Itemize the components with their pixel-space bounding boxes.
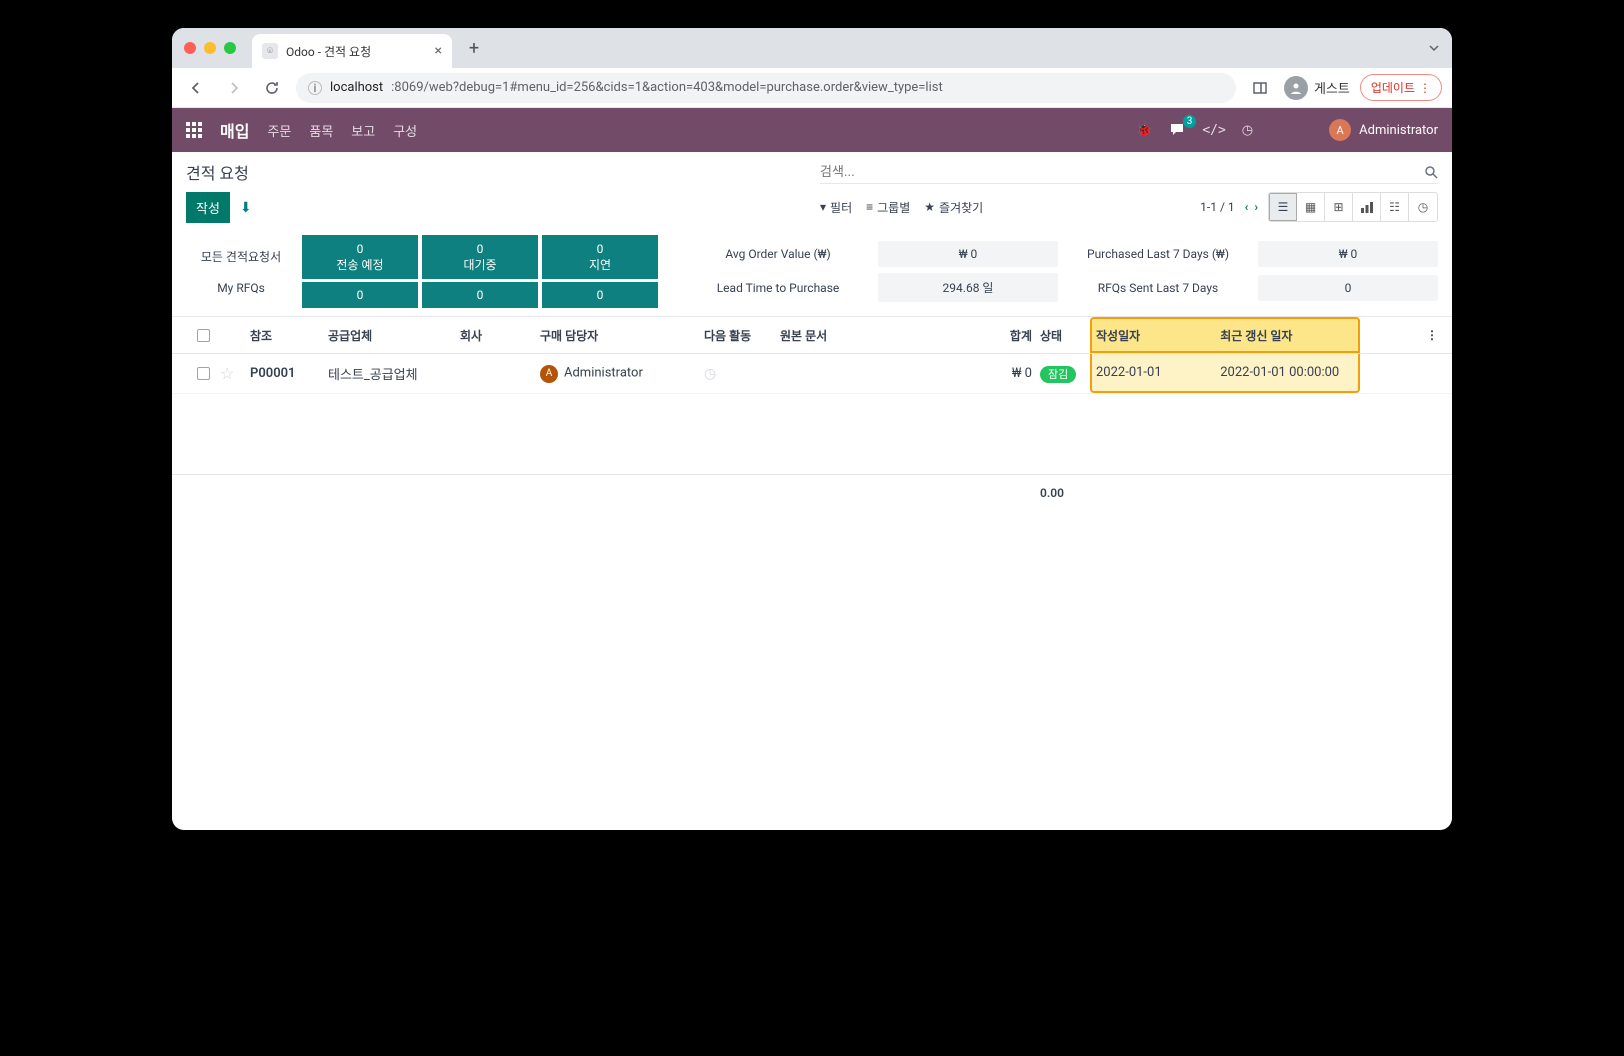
forward-icon (220, 74, 248, 102)
sent-label: RFQs Sent Last 7 Days (1068, 281, 1248, 295)
reload-icon[interactable] (258, 74, 286, 102)
col-source[interactable]: 원본 문서 (780, 327, 940, 344)
avg-order-value: ₩ 0 (878, 241, 1058, 267)
col-company[interactable]: 회사 (460, 327, 540, 344)
side-panel-icon[interactable] (1246, 74, 1274, 102)
row-write-date: 2022-01-01 00:00:00 (1220, 365, 1354, 380)
avg-order-label: Avg Order Value (₩) (688, 247, 868, 261)
col-state[interactable]: 상태 (1040, 327, 1090, 344)
search-icon[interactable] (1424, 165, 1438, 179)
activity-clock-icon[interactable]: ◷ (704, 366, 716, 382)
download-icon[interactable]: ⬇ (240, 200, 252, 216)
purchased-label: Purchased Last 7 Days (₩) (1068, 247, 1248, 261)
app-title[interactable]: 매입 (220, 118, 249, 142)
leadtime-value: 294.68 일 (878, 273, 1058, 302)
row-create-date: 2022-01-01 (1096, 365, 1220, 380)
back-icon[interactable] (182, 74, 210, 102)
view-graph-icon[interactable] (1353, 193, 1381, 221)
tab-title: Odoo - 견적 요청 (286, 43, 371, 60)
sent-value: 0 (1258, 275, 1438, 301)
user-name[interactable]: Administrator (1359, 123, 1438, 138)
pager-next-icon[interactable]: › (1254, 200, 1258, 214)
user-avatar-icon[interactable]: A (1329, 119, 1351, 141)
chevron-down-icon[interactable] (1428, 42, 1440, 54)
footer-total: 0.00 (1040, 486, 1064, 500)
select-all-checkbox[interactable] (197, 329, 210, 342)
col-vendor[interactable]: 공급업체 (328, 327, 460, 344)
url-path: :8069/web?debug=1#menu_id=256&cids=1&act… (391, 80, 943, 95)
nav-orders[interactable]: 주문 (267, 121, 291, 140)
view-calendar-icon[interactable]: ☷ (1381, 193, 1409, 221)
stat-tile-late[interactable]: 0지연 (542, 235, 658, 279)
new-tab-button[interactable]: + (460, 34, 488, 62)
nav-config[interactable]: 구성 (393, 121, 417, 140)
view-kanban-icon[interactable]: ▦ (1297, 193, 1325, 221)
my-rfq-label: My RFQs (186, 281, 296, 295)
pager-prev-icon[interactable]: ‹ (1245, 200, 1249, 214)
tab-close-icon[interactable]: × (435, 43, 442, 59)
row-total: ₩ 0 (940, 366, 1040, 381)
stat-tile-wait[interactable]: 0대기중 (422, 235, 538, 279)
all-rfq-label: 모든 견적요청서 (186, 248, 296, 265)
stat-tile-wait-my[interactable]: 0 (422, 282, 538, 308)
guest-label: 게스트 (1314, 78, 1350, 97)
dev-icon[interactable]: </> (1202, 123, 1225, 138)
view-activity-icon[interactable]: ◷ (1409, 193, 1437, 221)
row-vendor: 테스트_공급업체 (328, 364, 460, 383)
filter-icon: ▾ (820, 200, 826, 214)
col-total[interactable]: 합계 (940, 327, 1040, 344)
favicon-icon: ⌾ (262, 43, 278, 59)
pager-text[interactable]: 1-1 / 1 (1200, 200, 1234, 214)
info-icon[interactable]: i (308, 81, 322, 95)
row-rep: AAdministrator (540, 365, 704, 383)
group-icon: ≡ (866, 200, 873, 214)
chat-icon[interactable]: 3 (1168, 121, 1186, 139)
stat-tile-send[interactable]: 0전송 예정 (302, 235, 418, 279)
rep-avatar-icon: A (540, 365, 558, 383)
col-activity[interactable]: 다음 활동 (704, 327, 780, 344)
col-options-icon[interactable]: ⋮ (1360, 328, 1438, 342)
purchased-value: ₩ 0 (1258, 241, 1438, 267)
nav-products[interactable]: 품목 (309, 121, 333, 140)
create-button[interactable]: 작성 (186, 192, 230, 223)
col-rep[interactable]: 구매 담당자 (540, 327, 704, 344)
col-write-date[interactable]: 최근 갱신 일자 (1220, 327, 1354, 344)
view-pivot-icon[interactable]: ⊞ (1325, 193, 1353, 221)
view-list-icon[interactable]: ☰ (1269, 193, 1297, 221)
col-create-date[interactable]: 작성일자 (1096, 327, 1220, 344)
guest-avatar-icon[interactable] (1284, 76, 1308, 100)
url-host: localhost (330, 80, 383, 95)
address-bar[interactable]: i localhost :8069/web?debug=1#menu_id=256… (296, 73, 1236, 103)
clock-icon[interactable]: ◷ (1242, 123, 1253, 138)
apps-icon[interactable] (186, 122, 202, 138)
col-ref[interactable]: 참조 (250, 327, 328, 344)
update-button[interactable]: 업데이트 ⋮ (1360, 74, 1442, 101)
table-row[interactable]: ☆ P00001 테스트_공급업체 AAdministrator ◷ ₩ 0 잠… (172, 354, 1452, 394)
row-state-badge: 잠김 (1040, 366, 1076, 383)
kebab-icon: ⋮ (1419, 81, 1431, 95)
maximize-window-icon[interactable] (224, 42, 236, 54)
stat-tile-late-my[interactable]: 0 (542, 282, 658, 308)
filter-button[interactable]: ▾필터 (820, 199, 852, 216)
chat-badge: 3 (1183, 115, 1197, 128)
favorite-button[interactable]: ★즐겨찾기 (924, 199, 983, 216)
leadtime-label: Lead Time to Purchase (688, 281, 868, 295)
breadcrumb: 견적 요청 (186, 160, 804, 184)
bug-icon[interactable]: 🐞 (1136, 123, 1152, 138)
nav-reports[interactable]: 보고 (351, 121, 375, 140)
minimize-window-icon[interactable] (204, 42, 216, 54)
close-window-icon[interactable] (184, 42, 196, 54)
search-input[interactable] (820, 164, 1424, 179)
stat-tile-send-my[interactable]: 0 (302, 282, 418, 308)
group-button[interactable]: ≡그룹별 (866, 199, 910, 216)
row-ref: P00001 (250, 366, 328, 381)
star-icon: ★ (924, 200, 935, 214)
row-checkbox[interactable] (197, 367, 210, 380)
row-star-icon[interactable]: ☆ (220, 364, 234, 383)
browser-tab[interactable]: ⌾ Odoo - 견적 요청 × (252, 34, 452, 68)
